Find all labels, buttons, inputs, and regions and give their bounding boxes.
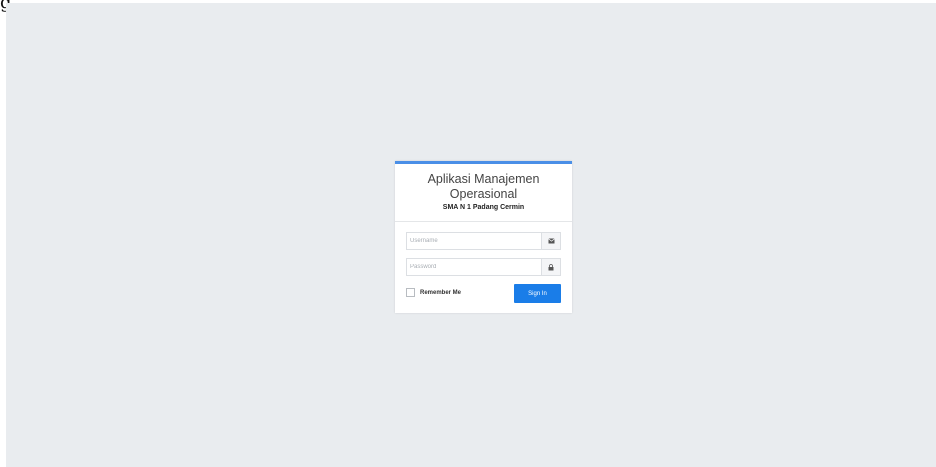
envelope-icon-glyph — [547, 238, 555, 244]
sign-in-button[interactable]: Sign In — [514, 284, 561, 303]
envelope-icon — [541, 233, 560, 249]
remember-me[interactable]: Remember Me — [406, 288, 461, 297]
login-box-header: Aplikasi Manajemen Operasional SMA N 1 P… — [395, 164, 572, 222]
lock-icon-glyph — [548, 263, 554, 270]
login-actions-row: Remember Me Sign In — [406, 284, 561, 304]
username-input[interactable] — [407, 233, 539, 249]
login-page-background: Aplikasi Manajemen Operasional SMA N 1 P… — [6, 3, 936, 467]
app-title: Aplikasi Manajemen Operasional — [427, 172, 540, 201]
login-box: Aplikasi Manajemen Operasional SMA N 1 P… — [395, 161, 572, 313]
remember-me-checkbox[interactable] — [406, 288, 415, 297]
password-input[interactable] — [407, 259, 539, 275]
login-form: Remember Me Sign In — [395, 222, 572, 304]
school-name: SMA N 1 Padang Cermin — [442, 204, 525, 211]
lock-icon — [541, 259, 560, 275]
username-input-group — [406, 232, 561, 250]
password-input-group — [406, 258, 561, 276]
remember-me-label: Remember Me — [420, 289, 462, 296]
